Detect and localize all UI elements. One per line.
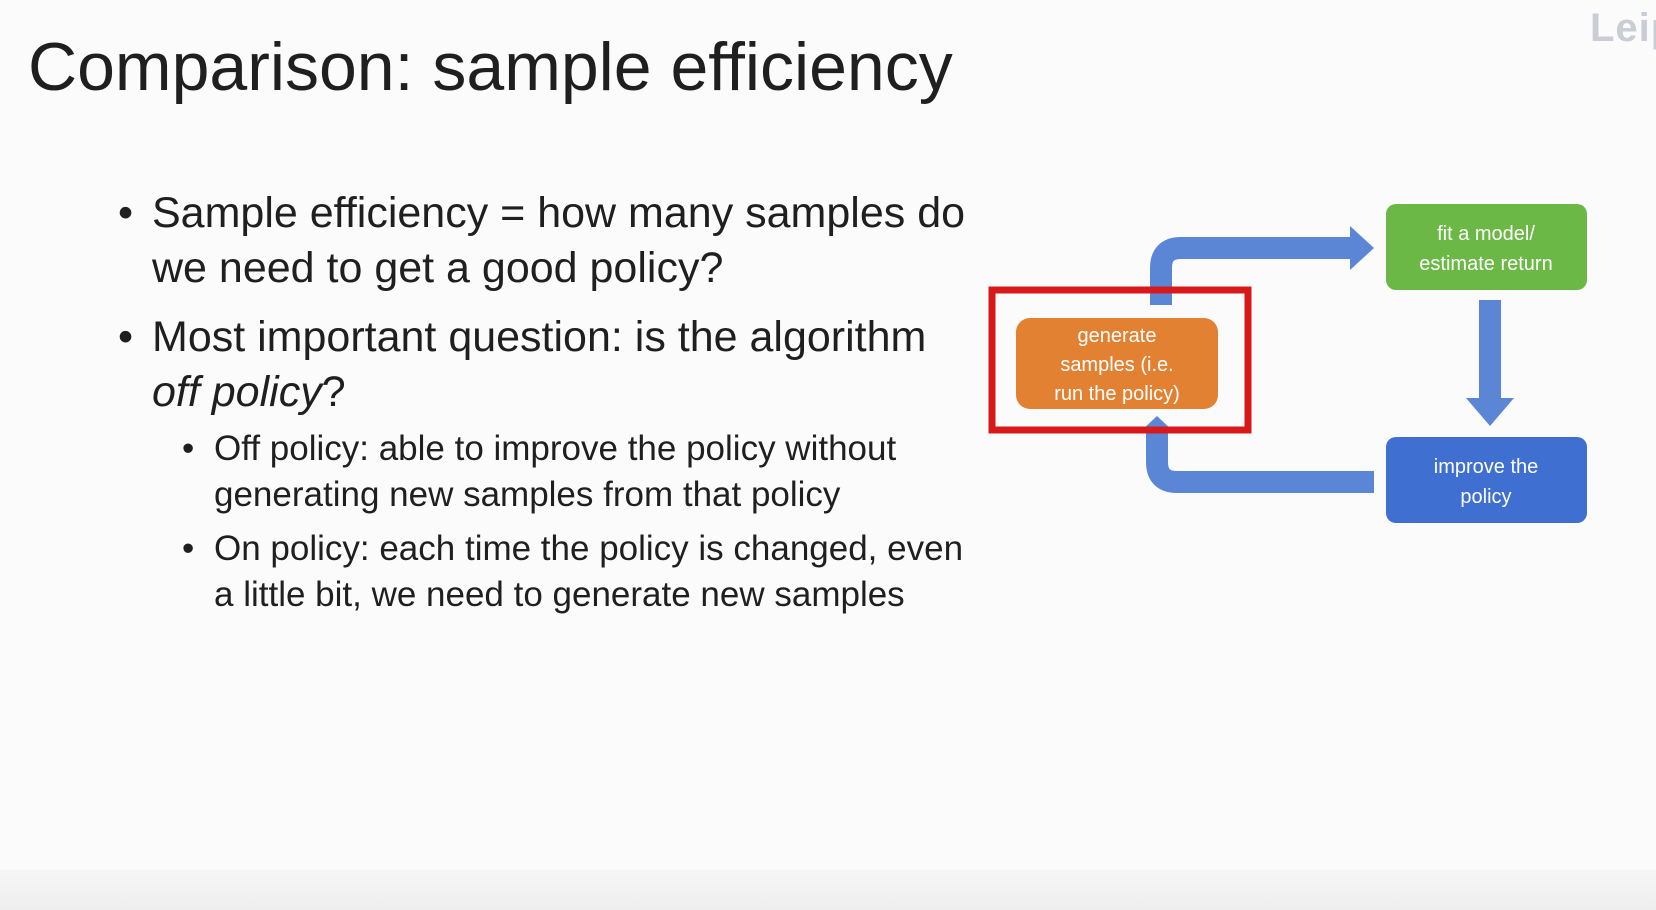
node-fit-model-line-1: fit a model/ [1437,223,1535,245]
rl-loop-diagram: fit a model/ estimate return improve the… [988,204,1587,523]
node-fit-model-line-2: estimate return [1419,253,1552,275]
node-improve-policy-line-1: improve the [1434,456,1539,478]
arrowhead-to-fit [1350,226,1374,270]
arrow-improve-to-generate [1146,430,1374,493]
node-improve-policy [1386,437,1587,523]
node-improve-policy-line-2: policy [1460,486,1511,508]
node-generate-samples-line-2: samples (i.e. [1060,354,1173,376]
bottom-strip [0,870,1656,910]
arrowhead-to-improve [1466,398,1514,426]
slide: Leip Comparison: sample efficiency Sampl… [0,0,1656,910]
node-generate-samples-line-1: generate [1078,325,1157,347]
node-generate-samples-line-3: run the policy) [1054,383,1180,405]
arrow-generate-to-fit [1150,237,1352,305]
node-fit-model [1386,204,1587,290]
